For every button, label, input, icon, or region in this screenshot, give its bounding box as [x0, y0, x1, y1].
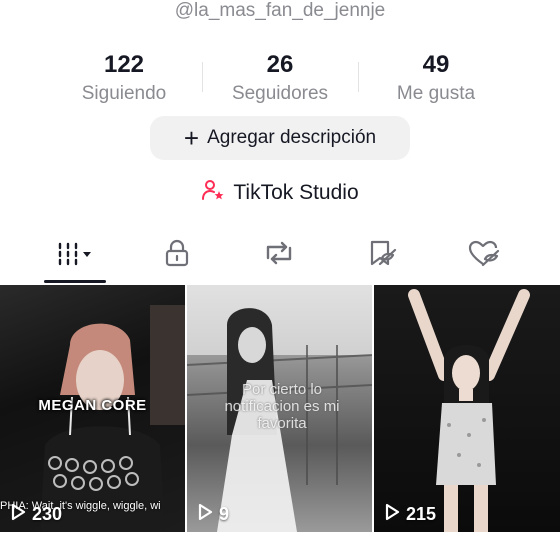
following-count: 122: [103, 51, 145, 78]
stats-divider: [202, 62, 203, 92]
repost-icon: [262, 238, 296, 273]
heart-hidden-icon: [467, 238, 501, 273]
play-icon: [10, 503, 26, 526]
following-label: Siguiendo: [81, 83, 167, 104]
stat-following[interactable]: 122 Siguiendo: [49, 50, 199, 106]
likes-label: Me gusta: [396, 83, 476, 104]
tab-videos[interactable]: [35, 230, 115, 280]
video-3-image: [408, 289, 530, 532]
video-2-view-count: 9: [219, 504, 230, 524]
tab-private[interactable]: [137, 230, 217, 280]
video-thumbnail-1[interactable]: MEGAN CORE PHIA: Wait, it's wiggle, wigg…: [0, 285, 185, 532]
video-thumbnail-3[interactable]: 215: [374, 285, 560, 532]
video-3-views: 215: [384, 503, 436, 526]
stat-followers[interactable]: 26 Seguidores: [205, 50, 355, 106]
studio-label: TikTok Studio: [233, 181, 359, 204]
profile-username: @la_mas_fan_de_jennje: [174, 0, 386, 21]
tab-reposts[interactable]: [239, 230, 319, 280]
profile-stats: 122 Siguiendo 26 Seguidores 49 Me gusta: [0, 50, 560, 110]
video-1-view-count: 230: [32, 504, 63, 524]
video-1-views: 230: [10, 503, 62, 526]
plus-icon: +: [183, 123, 200, 153]
tab-liked[interactable]: [444, 230, 524, 280]
stat-likes[interactable]: 49 Me gusta: [361, 50, 511, 106]
studio-person-icon: [201, 178, 225, 208]
profile-tabs: [0, 230, 560, 283]
video-2-overlay-text: Por cierto lo notificacion es mi favorit…: [224, 381, 340, 432]
active-tab-indicator: [44, 280, 106, 283]
video-3-view-count: 215: [406, 504, 437, 524]
video-thumbnail-2[interactable]: Por cierto lo notificacion es mi favorit…: [187, 285, 372, 532]
video-grid: MEGAN CORE PHIA: Wait, it's wiggle, wigg…: [0, 285, 560, 560]
likes-count: 49: [422, 51, 450, 78]
grid-icon: [51, 238, 99, 273]
tab-saved[interactable]: [342, 230, 422, 280]
add-description-label: Agregar descripción: [207, 127, 377, 148]
play-icon: [197, 503, 213, 526]
bookmark-hidden-icon: [365, 238, 399, 273]
tiktok-studio-link[interactable]: TikTok Studio: [0, 178, 560, 208]
followers-count: 26: [266, 51, 294, 78]
stats-divider: [358, 62, 359, 92]
video-2-views: 9: [197, 503, 229, 526]
lock-icon: [163, 238, 191, 273]
add-description-button[interactable]: + Agregar descripción: [150, 116, 410, 160]
followers-label: Seguidores: [231, 83, 329, 104]
play-icon: [384, 503, 400, 526]
video-1-overlay-text: MEGAN CORE: [38, 397, 147, 414]
